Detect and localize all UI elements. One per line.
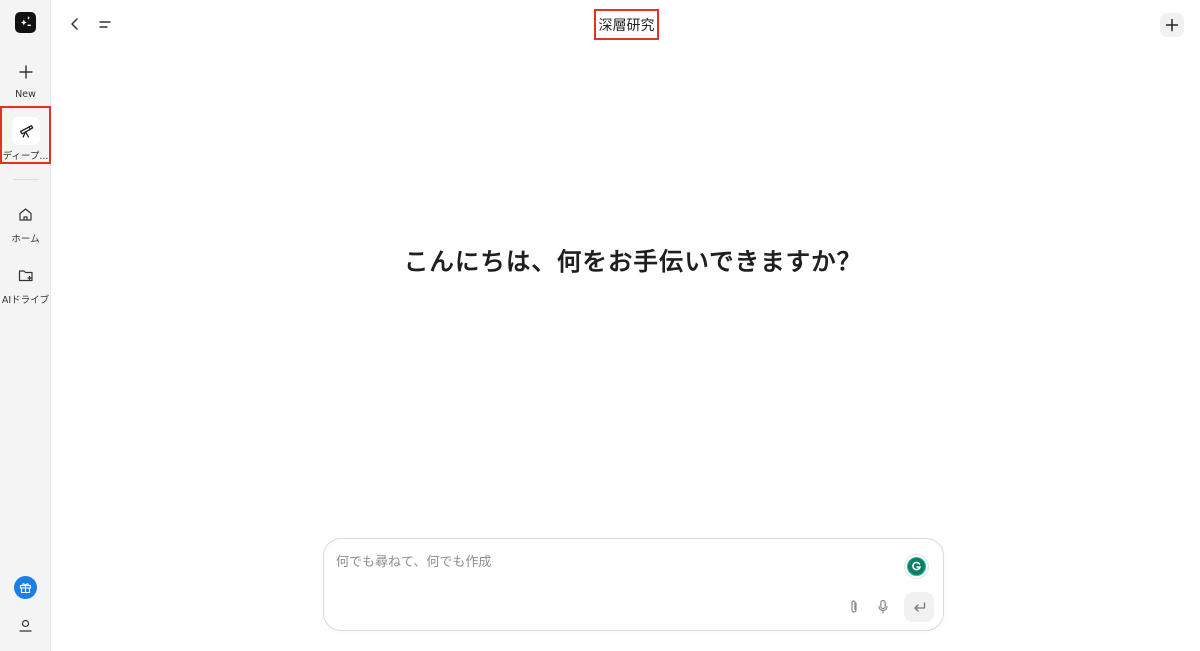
new-chat-button[interactable] [1160,13,1184,37]
chevron-left-icon [71,18,78,30]
composer [323,538,944,631]
sidebar: New ディープ... ホーム AIドライブ [0,0,51,651]
grammarly-icon[interactable] [905,555,928,578]
menu-button[interactable] [94,13,116,35]
home-icon [12,200,40,228]
sidebar-item-label: AIドライブ [1,295,50,306]
sidebar-item-home[interactable]: ホーム [0,200,51,245]
greeting-heading: こんにちは、何をお手伝いできますか？ [403,247,863,276]
sidebar-item-deep-research[interactable]: ディープ... [0,106,51,164]
microphone-button[interactable] [873,597,893,617]
sidebar-item-label: ディープ... [2,151,49,162]
gift-icon[interactable] [14,576,37,599]
folder-plus-icon [12,261,40,289]
sidebar-item-ai-drive[interactable]: AIドライブ [0,261,51,306]
menu-icon [99,21,111,28]
plus-icon [1165,18,1179,32]
page-title: 深層研究 [594,9,659,40]
back-button[interactable] [64,13,86,35]
sidebar-item-label: ホーム [11,234,40,245]
plus-icon [12,58,40,86]
user-icon[interactable] [14,614,37,637]
sidebar-item-label: New [15,89,36,100]
enter-icon [913,601,925,612]
app-logo-icon[interactable] [15,12,36,33]
attach-button[interactable] [844,597,864,617]
telescope-icon [11,117,40,145]
sidebar-item-new[interactable]: New [0,58,51,100]
paperclip-icon [851,600,857,613]
microphone-icon [878,599,888,614]
sidebar-divider [13,179,39,180]
prompt-input[interactable] [336,551,896,591]
send-button[interactable] [904,592,934,622]
